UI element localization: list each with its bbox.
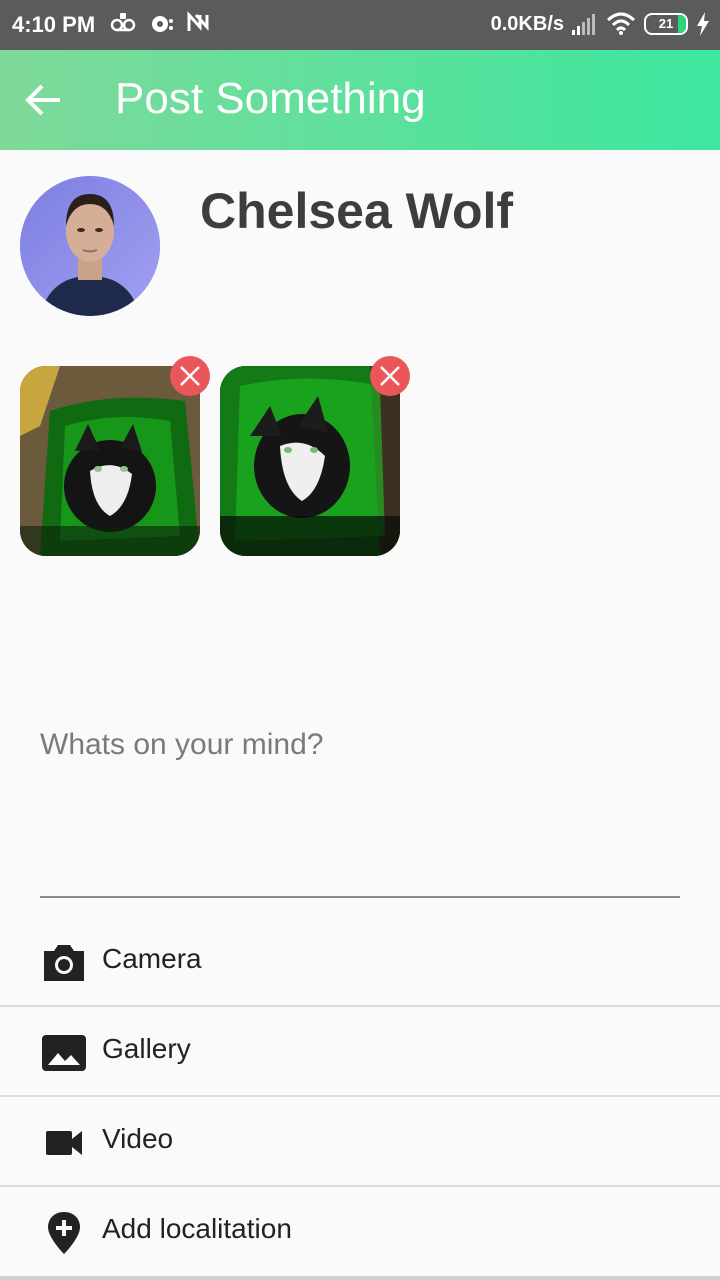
image-icon xyxy=(42,1035,86,1071)
cat-photo xyxy=(220,366,400,556)
videocam-icon xyxy=(46,1131,82,1155)
battery-level: 21 xyxy=(658,16,674,31)
attachment-thumbnail[interactable] xyxy=(20,366,200,556)
gallery-label: Gallery xyxy=(102,1033,191,1064)
post-text-input[interactable] xyxy=(40,720,680,898)
add-location-label: Add localitation xyxy=(102,1213,292,1244)
status-bar: 4:10 PM 0.0KB/s 21 xyxy=(0,0,720,50)
add-location-action[interactable]: Add localitation xyxy=(0,1187,720,1280)
voicemail-icon xyxy=(110,13,136,32)
camera-action[interactable]: Camera xyxy=(0,917,720,1007)
close-icon xyxy=(380,366,400,386)
attachment-thumbnail[interactable] xyxy=(220,366,400,556)
video-label: Video xyxy=(102,1123,174,1154)
network-speed: 0.0KB/s xyxy=(490,12,564,35)
remove-attachment-button[interactable] xyxy=(170,356,210,396)
gallery-action[interactable]: Gallery xyxy=(0,1007,720,1097)
status-time: 4:10 PM xyxy=(12,12,96,37)
status-notification-icons xyxy=(110,10,210,36)
close-icon xyxy=(180,366,200,386)
wifi-icon xyxy=(606,12,636,35)
camera-label: Camera xyxy=(102,943,202,974)
video-action[interactable]: Video xyxy=(0,1097,720,1187)
user-name: Chelsea Wolf xyxy=(200,183,514,239)
add-location-icon xyxy=(48,1212,80,1254)
arrow-left-icon[interactable] xyxy=(20,78,68,122)
app-bar: Post Something xyxy=(0,50,720,150)
nfc-icon xyxy=(187,11,209,31)
page-title: Post Something xyxy=(115,74,426,123)
cat-photo xyxy=(20,366,200,556)
camera-icon xyxy=(44,945,84,981)
status-system-icons: 0.0KB/s 21 xyxy=(491,12,710,36)
sync-icon xyxy=(152,16,173,32)
remove-attachment-button[interactable] xyxy=(370,356,410,396)
charging-icon xyxy=(697,12,709,36)
avatar-photo xyxy=(20,176,160,316)
signal-icon xyxy=(572,14,595,35)
avatar xyxy=(20,176,160,316)
battery-icon: 21 xyxy=(644,13,688,35)
